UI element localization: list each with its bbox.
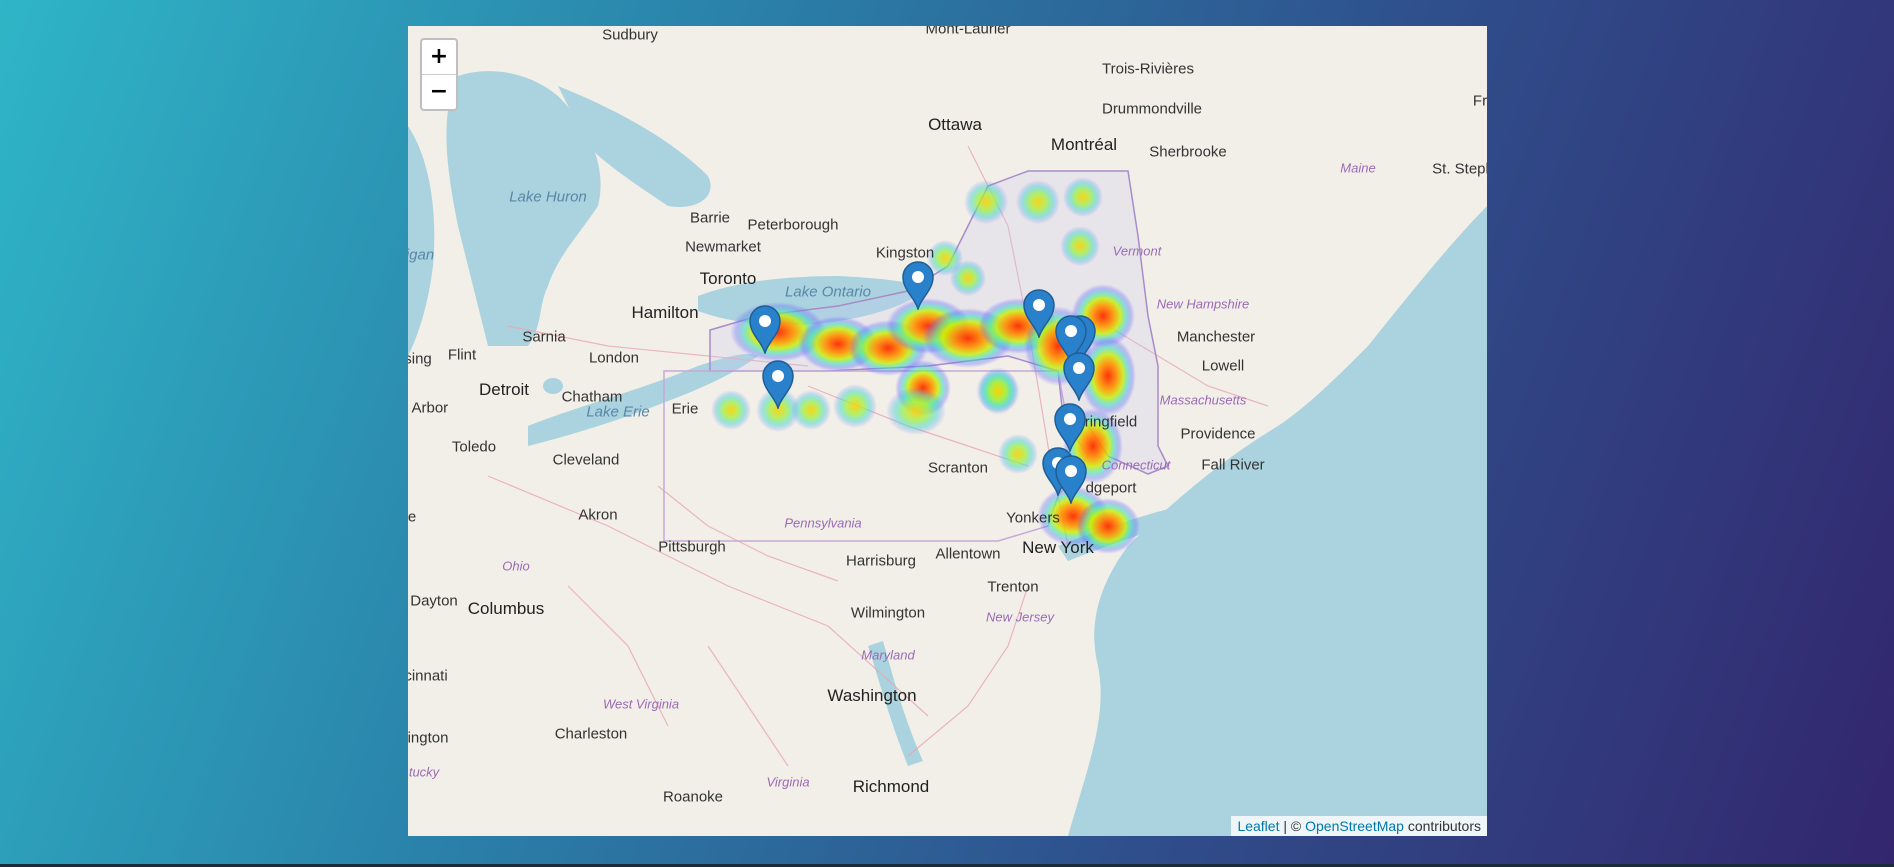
label-washington: Washington: [827, 686, 917, 705]
map-pin-icon[interactable]: [1053, 402, 1087, 452]
label-connecticut: Connecticut: [1101, 457, 1171, 473]
label-hamilton: Hamilton: [631, 303, 699, 322]
label-allentown: Allentown: [935, 545, 1001, 563]
zoom-in-button[interactable]: +: [422, 40, 456, 74]
label-kingston: Kingston: [875, 244, 935, 262]
label-lake-huron: Lake Huron: [509, 188, 587, 206]
label-barrie: Barrie: [689, 209, 731, 227]
label-ie: e: [408, 508, 417, 526]
label-new-york: New York: [1022, 538, 1094, 557]
label-maine: Maine: [1340, 160, 1376, 176]
label-maryland: Maryland: [861, 647, 915, 663]
label-scranton: Scranton: [927, 459, 989, 477]
attribution: Leaflet | © OpenStreetMap contributors: [1231, 816, 1487, 836]
label-vermont: Vermont: [1112, 243, 1162, 259]
label-peterborough: Peterborough: [747, 216, 839, 234]
label-massachusetts: Massachusetts: [1159, 392, 1247, 408]
map-pin-icon[interactable]: [901, 260, 935, 310]
label-springfield: ringfield: [1084, 413, 1138, 431]
label-flint: Flint: [447, 346, 477, 364]
label-ann-arbor: n Arbor: [408, 399, 449, 417]
label-kentucky: tucky: [408, 764, 440, 780]
label-dayton: Dayton: [410, 592, 458, 610]
label-cleveland: Cleveland: [552, 451, 620, 469]
map-pin-icon[interactable]: [748, 304, 782, 354]
label-detroit: Detroit: [478, 380, 530, 399]
label-new-hampshire: New Hampshire: [1156, 296, 1250, 312]
label-sudbury: Sudbury: [602, 26, 658, 44]
label-st-stephen: St. Steph: [1432, 160, 1487, 178]
map-pin-icon[interactable]: [1054, 454, 1088, 504]
label-london: London: [588, 349, 640, 367]
zoom-out-button[interactable]: −: [422, 74, 456, 109]
label-toronto: Toronto: [699, 269, 757, 288]
label-roanoke: Roanoke: [662, 788, 724, 806]
label-new-jersey: New Jersey: [986, 609, 1054, 625]
map-pin-icon[interactable]: [1022, 288, 1056, 338]
label-lake-ontario: Lake Ontario: [785, 283, 871, 301]
label-manchester: Manchester: [1176, 328, 1256, 346]
label-ohio: Ohio: [502, 558, 530, 574]
label-fr: Fr: [1472, 92, 1487, 110]
label-pennsylvania: Pennsylvania: [784, 515, 862, 531]
label-virginia: Virginia: [766, 774, 810, 790]
label-pittsburgh: Pittsburgh: [658, 538, 726, 556]
label-mont-laurier: Mont-Laurier: [925, 26, 1011, 38]
label-huntington: ington: [408, 729, 449, 747]
label-west-virginia: West Virginia: [602, 696, 680, 712]
label-fall-river: Fall River: [1201, 456, 1265, 474]
label-richmond: Richmond: [852, 777, 930, 796]
label-trois-rivieres: Trois-Rivières: [1102, 60, 1194, 78]
label-harrisburg: Harrisburg: [845, 552, 917, 570]
openstreetmap-link[interactable]: OpenStreetMap: [1305, 818, 1404, 834]
label-lake-erie: Lake Erie: [586, 403, 650, 421]
label-erie: Erie: [671, 400, 699, 418]
label-bridgeport: dgeport: [1085, 479, 1137, 497]
zoom-control: + −: [420, 38, 458, 111]
label-michigan: igan: [408, 246, 435, 264]
label-akron: Akron: [578, 506, 618, 524]
label-providence: Providence: [1180, 425, 1256, 443]
label-trenton: Trenton: [987, 578, 1039, 596]
label-ottawa: Ottawa: [928, 115, 982, 134]
attribution-suffix: contributors: [1403, 818, 1481, 834]
label-lansing: sing: [408, 350, 432, 368]
label-sherbrooke: Sherbrooke: [1149, 143, 1227, 161]
label-charleston: Charleston: [554, 725, 628, 743]
label-drummondville: Drummondville: [1101, 100, 1203, 118]
label-columbus: Columbus: [467, 599, 545, 618]
label-yonkers: Yonkers: [1006, 509, 1060, 527]
base-map-tiles: [408, 26, 1487, 836]
label-newmarket: Newmarket: [685, 238, 761, 256]
label-montreal: Montréal: [1050, 135, 1118, 154]
label-wilmington: Wilmington: [850, 604, 926, 622]
attribution-separator: | ©: [1279, 818, 1306, 834]
map-container[interactable]: Sudbury Mont-Laurier Trois-Rivières Drum…: [408, 26, 1487, 836]
label-toledo: Toledo: [451, 438, 497, 456]
label-cincinnati: cinnati: [408, 667, 448, 685]
map-pin-icon[interactable]: [1062, 351, 1096, 401]
map-pin-icon[interactable]: [761, 359, 795, 409]
label-lowell: Lowell: [1201, 357, 1245, 375]
leaflet-link[interactable]: Leaflet: [1237, 818, 1279, 834]
label-sarnia: Sarnia: [522, 328, 566, 346]
